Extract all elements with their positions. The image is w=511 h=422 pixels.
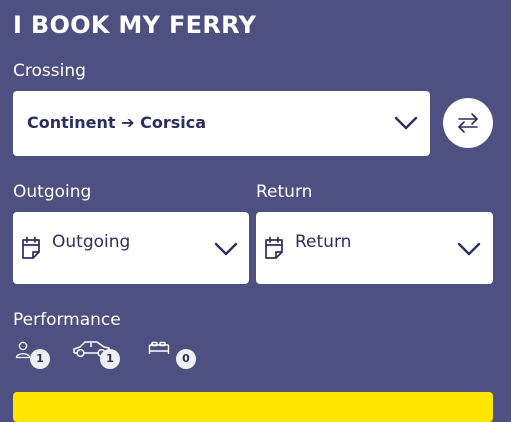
outgoing-date-placeholder: Outgoing	[52, 232, 131, 252]
return-date-field[interactable]: Return	[256, 212, 493, 284]
chevron-down-icon	[214, 242, 238, 256]
search-button[interactable]	[13, 392, 493, 422]
chevron-down-icon	[457, 242, 481, 256]
vehicles-count-badge: 1	[100, 349, 120, 369]
swap-arrows-icon	[458, 113, 478, 133]
passengers-selector[interactable]: 1	[15, 341, 53, 371]
cabins-count-badge: 0	[176, 349, 196, 369]
outgoing-date-field[interactable]: Outgoing	[13, 212, 249, 284]
chevron-down-icon	[394, 116, 418, 130]
return-label: Return	[256, 182, 313, 202]
person-icon	[15, 341, 31, 359]
passengers-count-badge: 1	[30, 349, 50, 369]
cabins-selector[interactable]: 0	[148, 341, 198, 371]
crossing-label: Crossing	[13, 61, 86, 81]
calendar-icon	[265, 236, 283, 259]
crossing-select[interactable]: Continent ➔ Corsica	[13, 91, 430, 156]
swap-direction-button[interactable]	[443, 98, 493, 148]
vehicles-selector[interactable]: 1	[72, 339, 122, 371]
performance-label: Performance	[13, 310, 121, 330]
calendar-icon	[22, 236, 40, 259]
app-title: I BOOK MY FERRY	[13, 11, 257, 39]
bed-icon	[148, 341, 170, 354]
outgoing-label: Outgoing	[13, 182, 92, 202]
crossing-value: Continent ➔ Corsica	[27, 113, 206, 132]
return-date-placeholder: Return	[295, 232, 352, 252]
